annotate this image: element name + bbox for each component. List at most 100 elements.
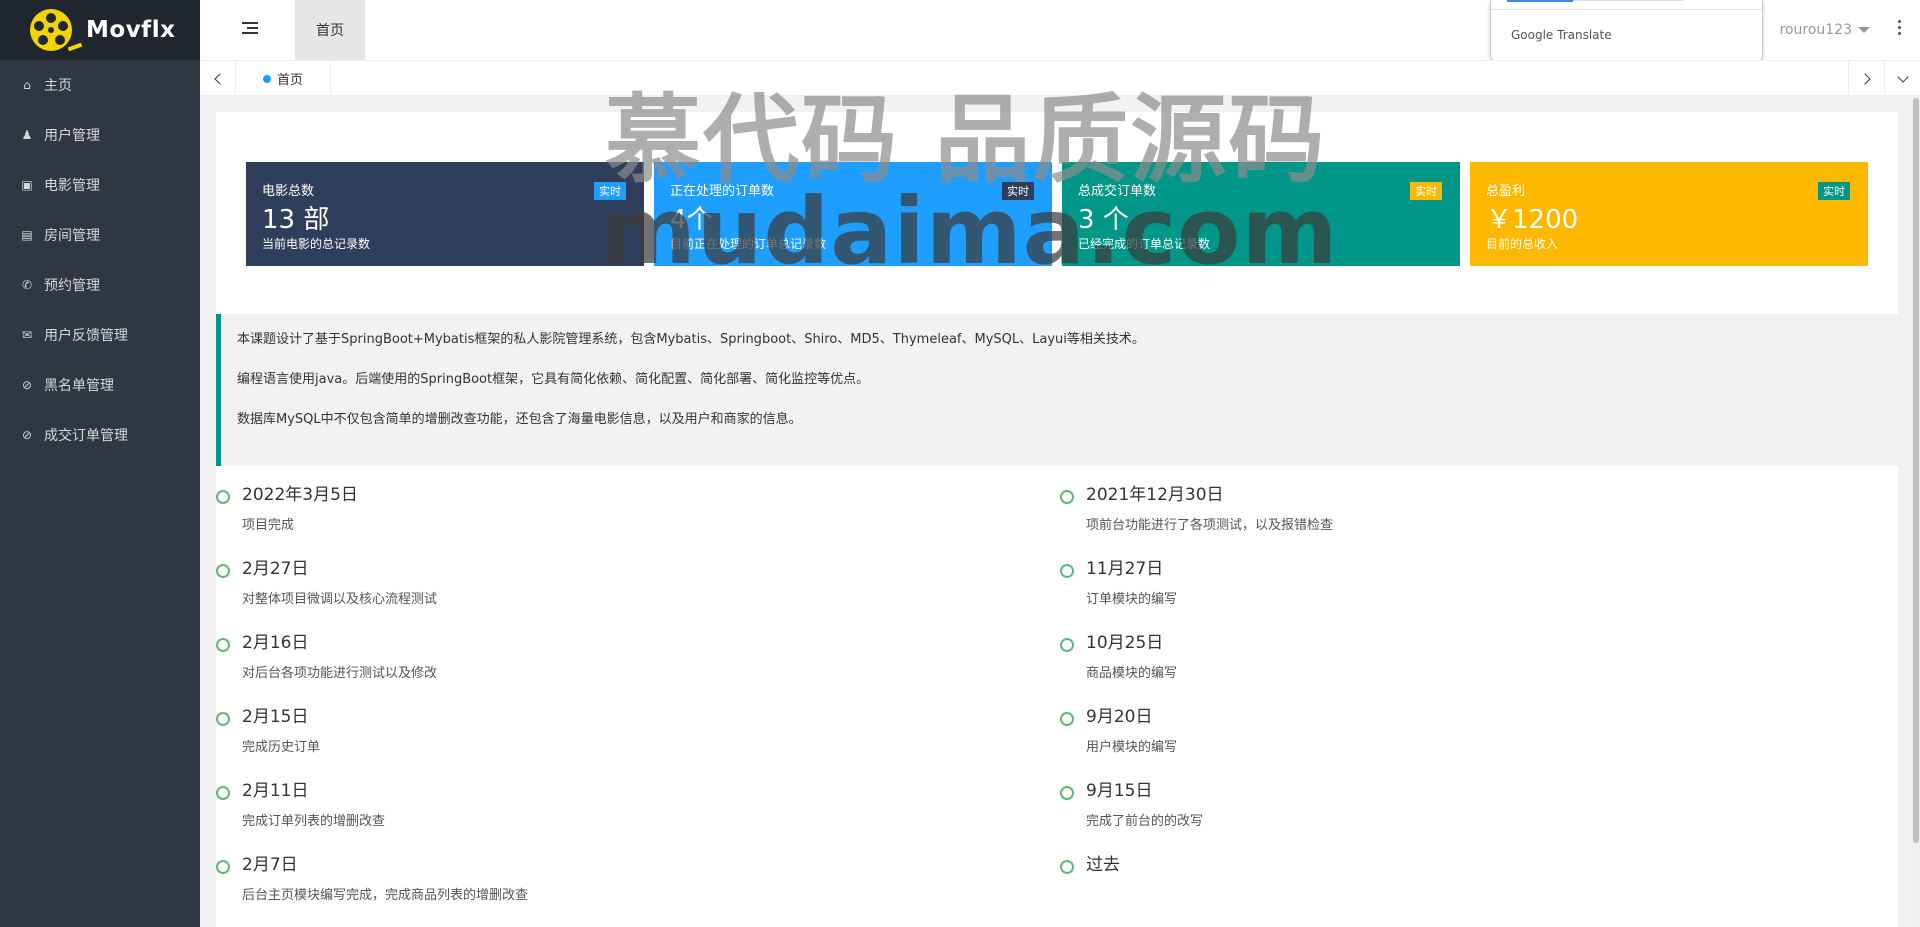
timeline-desc: 项前台功能进行了各项测试，以及报错检查 xyxy=(1086,518,1334,533)
sidebar-item-6[interactable]: ⊘ 黑名单管理 xyxy=(0,360,200,410)
caret-down-icon xyxy=(1858,27,1870,33)
sidebar-item-label: 用户反馈管理 xyxy=(44,328,128,344)
sidebar-item-5[interactable]: ✉ 用户反馈管理 xyxy=(0,310,200,360)
chevron-left-icon xyxy=(213,72,226,85)
google-translate-popup[interactable]: Google Translate xyxy=(1490,0,1763,64)
stat-card-title: 总盈利 xyxy=(1486,184,1526,199)
watermark-line2: mudaima.com xyxy=(600,178,1339,285)
intro-paragraph: 本课题设计了基于SpringBoot+Mybatis框架的私人影院管理系统，包含… xyxy=(237,332,1145,347)
timeline-desc: 商品模块的编写 xyxy=(1086,666,1178,681)
building-icon: ▤ xyxy=(21,228,33,242)
timeline-item: 2月7日后台主页模块编写完成，完成商品列表的增删改查 xyxy=(216,852,1036,926)
timeline-desc: 完成订单列表的增删改查 xyxy=(242,814,386,829)
timeline-date: 2月7日 xyxy=(242,855,298,875)
timeline-item: 9月15日完成了前台的的改写 xyxy=(1060,778,1880,852)
tab-home[interactable]: 首页 xyxy=(236,61,331,96)
timeline-item: 2月27日对整体项目微调以及核心流程测试 xyxy=(216,556,1036,630)
timeline-date: 9月20日 xyxy=(1086,707,1153,727)
film-reel-icon xyxy=(30,9,83,52)
stat-card-0: 电影总数 13 部当前电影的总记录数 实时 xyxy=(246,162,644,266)
google-translate-label: Google Translate xyxy=(1511,28,1612,42)
timeline-circle-icon xyxy=(216,712,230,726)
timeline-date: 10月25日 xyxy=(1086,633,1164,653)
sidebar-item-1[interactable]: ♟ 用户管理 xyxy=(0,110,200,160)
stat-card-value: ￥1200 xyxy=(1486,205,1579,235)
stat-card-value: 13 部 xyxy=(262,205,330,235)
sidebar-item-label: 黑名单管理 xyxy=(44,378,114,394)
sidebar: Movflx ⌂ 主页 ♟ 用户管理 ▣ 电影管理 ▤ 房间管理 ✆ 预约管理 ✉ 用户反馈管理 ⊘ 黑名… xyxy=(0,0,200,927)
menu-fold-icon[interactable] xyxy=(242,22,258,36)
stat-card-3: 总盈利 ￥1200 目前的总收入 实时 xyxy=(1470,162,1868,266)
timeline-desc: 完成历史订单 xyxy=(242,740,321,755)
user-icon: ♟ xyxy=(21,128,33,142)
ban-icon: ⊘ xyxy=(21,428,33,442)
intro-paragraph: 数据库MySQL中不仅包含简单的增删改查功能，还包含了海量电影信息，以及用户和商… xyxy=(237,412,802,427)
timeline-item: 10月25日商品模块的编写 xyxy=(1060,630,1880,704)
timeline-date: 11月27日 xyxy=(1086,559,1164,579)
timeline-item: 11月27日订单模块的编写 xyxy=(1060,556,1880,630)
envelope-icon: ✉ xyxy=(21,328,33,342)
tab-scroll-left-button[interactable] xyxy=(200,61,236,96)
sidebar-item-0[interactable]: ⌂ 主页 xyxy=(0,60,200,110)
realtime-badge: 实时 xyxy=(1818,182,1850,200)
sidebar-item-7[interactable]: ⊘ 成交订单管理 xyxy=(0,410,200,460)
sidebar-item-label: 房间管理 xyxy=(44,228,100,244)
sidebar-item-label: 预约管理 xyxy=(44,278,100,294)
sidebar-item-2[interactable]: ▣ 电影管理 xyxy=(0,160,200,210)
sidebar-item-label: 用户管理 xyxy=(44,128,100,144)
stat-card-title: 电影总数 xyxy=(262,184,315,199)
intro-paragraph: 编程语言使用java。后端使用的SpringBoot框架，它具有简化依赖、简化配… xyxy=(237,372,870,387)
timeline-circle-icon xyxy=(216,786,230,800)
realtime-badge: 实时 xyxy=(1410,182,1442,200)
tab-options-button[interactable] xyxy=(1884,61,1920,96)
timeline-circle-icon xyxy=(216,638,230,652)
timeline-desc: 对整体项目微调以及核心流程测试 xyxy=(242,592,438,607)
logo-text: Movflx xyxy=(86,17,176,43)
timeline-date: 2022年3月5日 xyxy=(242,485,358,505)
timeline-date: 2021年12月30日 xyxy=(1086,485,1224,505)
sidebar-item-3[interactable]: ▤ 房间管理 xyxy=(0,210,200,260)
timeline-circle-icon xyxy=(1060,860,1074,874)
sidebar-nav: ⌂ 主页 ♟ 用户管理 ▣ 电影管理 ▤ 房间管理 ✆ 预约管理 ✉ 用户反馈管理 ⊘ 黑名单管理 ⊘ 成交订… xyxy=(0,60,200,460)
timeline-desc: 后台主页模块编写完成，完成商品列表的增删改查 xyxy=(242,888,529,903)
timeline-circle-icon xyxy=(1060,638,1074,652)
active-dot-icon xyxy=(262,74,271,83)
timeline-desc: 订单模块的编写 xyxy=(1086,592,1178,607)
intro-block: 本课题设计了基于SpringBoot+Mybatis框架的私人影院管理系统，包含… xyxy=(216,314,1898,466)
timeline-circle-icon xyxy=(216,490,230,504)
home-icon: ⌂ xyxy=(23,78,31,92)
sidebar-item-label: 电影管理 xyxy=(44,178,100,194)
timeline-item: 2021年12月30日项前台功能进行了各项测试，以及报错检查 xyxy=(1060,482,1880,556)
sidebar-item-4[interactable]: ✆ 预约管理 xyxy=(0,260,200,310)
timeline-item: 2月16日对后台各项功能进行测试以及修改 xyxy=(216,630,1036,704)
film-icon: ▣ xyxy=(21,178,33,192)
vertical-scrollbar[interactable] xyxy=(1912,96,1920,927)
sidebar-item-label: 主页 xyxy=(44,78,72,94)
timeline-circle-icon xyxy=(216,860,230,874)
timeline-circle-icon xyxy=(1060,490,1074,504)
timeline-date: 2月16日 xyxy=(242,633,309,653)
user-menu[interactable]: rourou123 xyxy=(1780,22,1870,38)
more-vertical-icon[interactable] xyxy=(1898,20,1902,38)
timeline-desc: 完成了前台的的改写 xyxy=(1086,814,1204,829)
header-tab-home[interactable]: 首页 xyxy=(295,0,365,60)
timeline-desc: 对后台各项功能进行测试以及修改 xyxy=(242,666,438,681)
tab-scroll-right-button[interactable] xyxy=(1848,61,1884,96)
timeline-left: 2022年3月5日 项目完成 2月27日 对整体项目微调以及核心流程测试 2月16日 对后… xyxy=(216,482,1036,926)
timeline-date: 9月15日 xyxy=(1086,781,1153,801)
timeline-item: 过去 xyxy=(1060,852,1880,926)
timeline-circle-icon xyxy=(1060,786,1074,800)
ban-icon: ⊘ xyxy=(21,378,33,392)
timeline-circle-icon xyxy=(216,564,230,578)
timeline-item: 2月11日 完成订单列表的增删改查 xyxy=(216,778,1036,852)
timeline-date: 2月27日 xyxy=(242,559,309,579)
timeline-date: 2月15日 xyxy=(242,707,309,727)
timeline-item: 2022年3月5日项目完成 xyxy=(216,482,1036,556)
phone-icon: ✆ xyxy=(21,278,33,292)
timeline-desc: 用户模块的编写 xyxy=(1086,740,1178,755)
timeline-desc: 项目完成 xyxy=(242,518,295,533)
tab-home-label: 首页 xyxy=(276,73,303,88)
timeline-item: 9月20日用户模块的编写 xyxy=(1060,704,1880,778)
timeline-circle-icon xyxy=(1060,564,1074,578)
logo[interactable]: Movflx xyxy=(0,0,200,60)
